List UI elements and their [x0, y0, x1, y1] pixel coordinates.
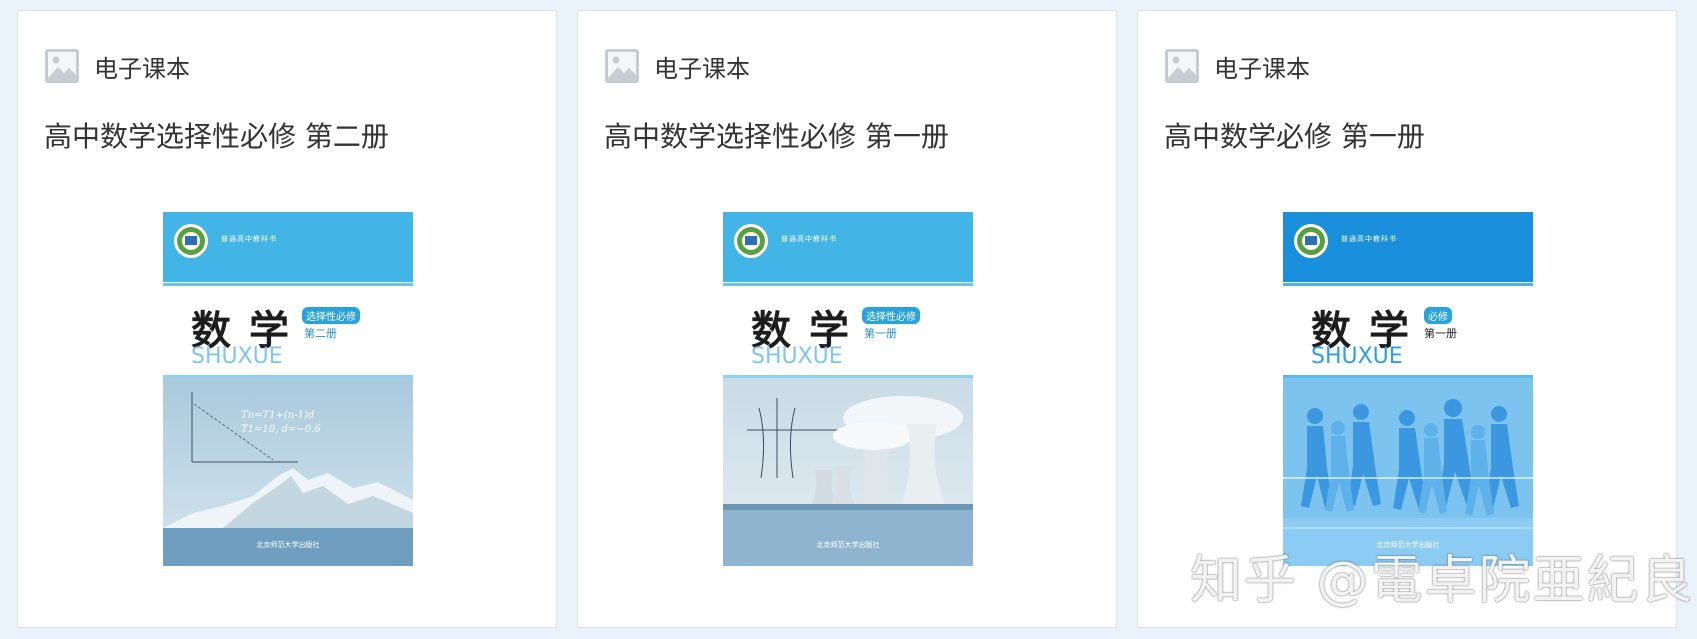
seal-icon	[174, 224, 208, 258]
cover-badge: 必修	[1424, 307, 1452, 324]
cover-pinyin: SHUXUE	[191, 344, 283, 369]
cover-volume: 第一册	[864, 327, 897, 340]
textbook-card[interactable]: 电子课本 高中数学选择性必修 第二册 普通高中教科书 数学 选择性必修 第二册 …	[17, 10, 557, 628]
card-type-label: 电子课本	[1214, 54, 1310, 83]
cover-illustration-mountains: Tn=T1+(n-1)d T1=10, d=−0.6	[163, 378, 413, 566]
cover-series-text: 普通高中教科书	[781, 235, 837, 243]
cover-divider	[163, 283, 413, 286]
book-cover[interactable]: 普通高中教科书 数学 必修 第一册 SHUXUE 北京师范大学出版社	[1283, 212, 1533, 566]
cover-illustration-cooling-towers	[723, 378, 973, 566]
cover-divider	[1283, 283, 1533, 286]
cover-publisher: 北京师范大学出版社	[816, 541, 880, 549]
seal-icon	[1294, 224, 1328, 258]
image-icon	[45, 49, 79, 83]
cover-pinyin: SHUXUE	[1311, 344, 1403, 369]
cover-volume: 第二册	[304, 327, 337, 340]
card-type-label: 电子课本	[94, 54, 190, 83]
textbook-card[interactable]: 电子课本 高中数学选择性必修 第一册 普通高中教科书 数学 选择性必修 第一册 …	[577, 10, 1117, 628]
image-icon	[605, 49, 639, 83]
seal-icon	[734, 224, 768, 258]
cover-badge: 选择性必修	[302, 307, 360, 324]
cover-pinyin: SHUXUE	[751, 344, 843, 369]
cover-publisher: 北京师范大学出版社	[256, 541, 320, 549]
card-header: 电子课本	[604, 46, 750, 86]
cover-formula: Tn=T1+(n-1)d	[241, 410, 314, 421]
book-cover[interactable]: 普通高中教科书 数学 选择性必修 第一册 SHUXUE 北京师范大学出版社	[723, 212, 973, 566]
cover-badge: 选择性必修	[862, 307, 920, 324]
card-type-label: 电子课本	[654, 54, 750, 83]
cover-series-text: 普通高中教科书	[221, 235, 277, 243]
cover-series-text: 普通高中教科书	[1341, 235, 1397, 243]
watermark: 知乎 @電卓院亜紀良	[1190, 551, 1695, 611]
textbook-title[interactable]: 高中数学必修 第一册	[1164, 115, 1425, 155]
textbook-title[interactable]: 高中数学选择性必修 第一册	[604, 115, 949, 155]
card-header: 电子课本	[1164, 46, 1310, 86]
cover-divider	[723, 283, 973, 286]
cover-formula: T1=10, d=−0.6	[241, 424, 321, 435]
cover-volume: 第一册	[1424, 327, 1457, 340]
textbook-card[interactable]: 电子课本 高中数学必修 第一册 普通高中教科书 数学 必修 第一册 SHUXUE	[1137, 10, 1677, 628]
textbook-title[interactable]: 高中数学选择性必修 第二册	[44, 115, 389, 155]
card-header: 电子课本	[44, 46, 190, 86]
book-cover[interactable]: 普通高中教科书 数学 选择性必修 第二册 SHUXUE Tn=T1+(n-1)d…	[163, 212, 413, 566]
image-icon	[1165, 49, 1199, 83]
